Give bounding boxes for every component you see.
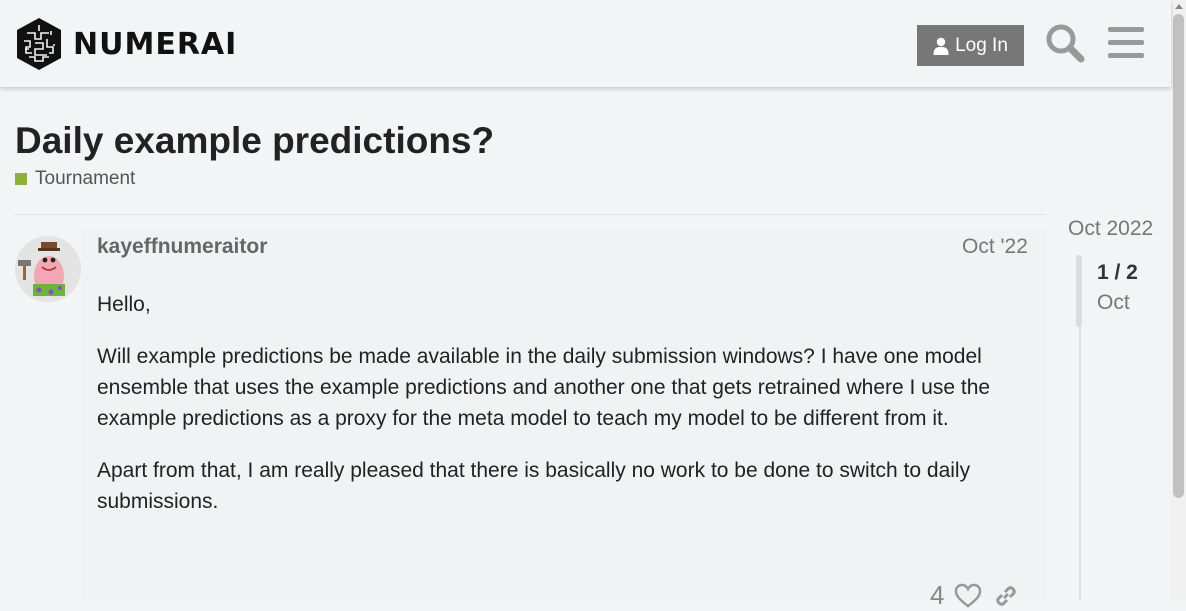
site-logo[interactable]: NUMERAI [15,17,237,71]
post-actions: 4 [930,580,1020,611]
site-header: NUMERAI Log In [0,0,1171,87]
post-paragraph: Hello, [97,293,151,316]
link-icon[interactable] [992,582,1020,610]
login-label: Log In [955,34,1008,56]
user-icon [933,37,949,55]
numerai-logo-icon [17,18,61,70]
timeline-position: 1 / 2 [1097,261,1138,284]
logo-wordmark: NUMERAI [73,26,238,62]
timeline-current-date: Oct [1097,291,1130,314]
avatar-image [15,236,81,302]
hamburger-menu-icon[interactable] [1106,22,1146,64]
user-avatar[interactable] [15,236,81,302]
page-scrollbar[interactable] [1171,0,1186,600]
like-count: 4 [930,580,945,610]
post-author[interactable]: kayeffnumeraitor [97,235,267,259]
post-paragraph: Apart from that, I am really pleased tha… [97,459,971,513]
timeline-scroll-handle[interactable] [1076,255,1082,327]
topic-divider [15,214,1046,215]
category-name: Tournament [35,168,136,189]
post-paragraph: Will example predictions be made availab… [97,345,991,430]
timeline-start-date[interactable]: Oct 2022 [1068,217,1153,241]
category-color-swatch [15,173,27,185]
topic-title[interactable]: Daily example predictions? [15,120,494,162]
category-badge[interactable]: Tournament [15,168,135,190]
login-button[interactable]: Log In [917,25,1024,66]
scroll-up-arrow-icon[interactable] [1175,4,1183,9]
search-icon[interactable] [1045,22,1085,64]
post-content: Hello, Will example predictions be made … [97,289,1037,538]
post-date[interactable]: Oct '22 [962,235,1028,259]
scrollbar-thumb[interactable] [1173,14,1184,498]
heart-icon[interactable] [954,582,982,610]
